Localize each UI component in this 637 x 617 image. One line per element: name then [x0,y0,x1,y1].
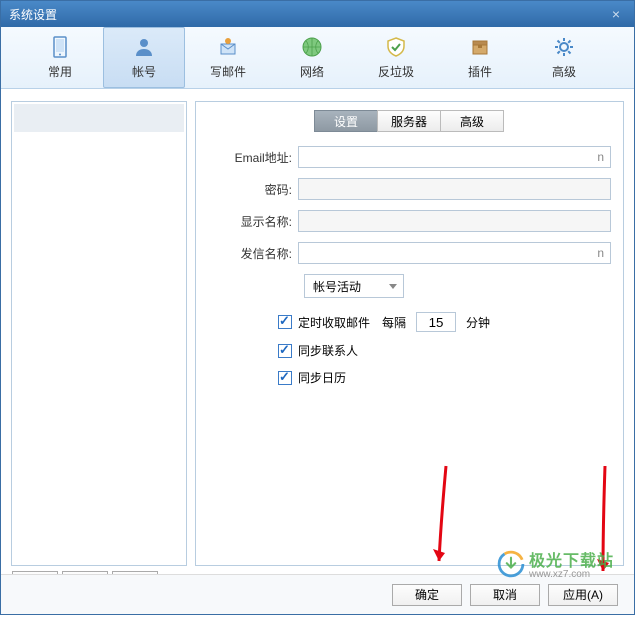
sync-contacts-checkbox[interactable] [278,344,292,358]
globe-icon [301,35,323,59]
gear-icon [553,35,575,59]
display-name-field[interactable] [298,210,611,232]
interval-prefix: 每隔 [382,314,406,331]
sync-calendar-checkbox[interactable] [278,371,292,385]
apply-button[interactable]: 应用(A) [548,584,618,606]
compose-icon [217,35,239,59]
account-status-select[interactable]: 帐号活动 [304,274,404,298]
fetch-label: 定时收取邮件 [298,314,370,331]
toolbar: 常用 帐号 写邮件 网络 反垃圾 [1,27,634,89]
settings-panel: 设置 服务器 高级 Email地址: 密码: 显示名称: 发信名称: 帐 [195,101,624,566]
tab-network[interactable]: 网络 [271,27,353,88]
tab-label: 反垃圾 [378,63,414,80]
tab-antispam[interactable]: 反垃圾 [355,27,437,88]
account-list: 新建 导入 删除 [11,101,187,566]
tab-label: 帐号 [132,63,156,80]
sender-name-field[interactable] [298,242,611,264]
ok-button[interactable]: 确定 [392,584,462,606]
password-label: 密码: [208,181,298,198]
tab-advanced[interactable]: 高级 [523,27,605,88]
interval-suffix: 分钟 [466,314,490,331]
dialog-footer: 确定 取消 应用(A) [1,574,634,614]
tab-label: 高级 [552,63,576,80]
tab-label: 写邮件 [210,63,246,80]
sender-label: 发信名称: [208,245,298,262]
cancel-button[interactable]: 取消 [470,584,540,606]
tab-plugin[interactable]: 插件 [439,27,521,88]
tab-label: 插件 [468,63,492,80]
plugin-icon [469,35,491,59]
select-value: 帐号活动 [313,278,361,295]
email-field[interactable] [298,146,611,168]
sync-contacts-label: 同步联系人 [298,342,358,359]
tab-account[interactable]: 帐号 [103,27,185,88]
tab-label: 常用 [48,63,72,80]
titlebar: 系统设置 × [1,1,634,27]
sync-calendar-label: 同步日历 [298,369,346,386]
close-icon[interactable]: × [606,6,626,22]
window-title: 系统设置 [9,6,57,23]
tab-compose[interactable]: 写邮件 [187,27,269,88]
tab-common[interactable]: 常用 [19,27,101,88]
fetch-checkbox[interactable] [278,315,292,329]
shield-icon [385,35,407,59]
subtab-advanced[interactable]: 高级 [440,110,504,132]
interval-field[interactable] [416,312,456,332]
tab-label: 网络 [300,63,324,80]
list-item[interactable] [14,104,184,132]
subtab-settings[interactable]: 设置 [314,110,378,132]
subtab-server[interactable]: 服务器 [377,110,441,132]
display-label: 显示名称: [208,213,298,230]
email-label: Email地址: [208,149,298,166]
password-field[interactable] [298,178,611,200]
person-icon [133,35,155,59]
phone-icon [51,35,69,59]
